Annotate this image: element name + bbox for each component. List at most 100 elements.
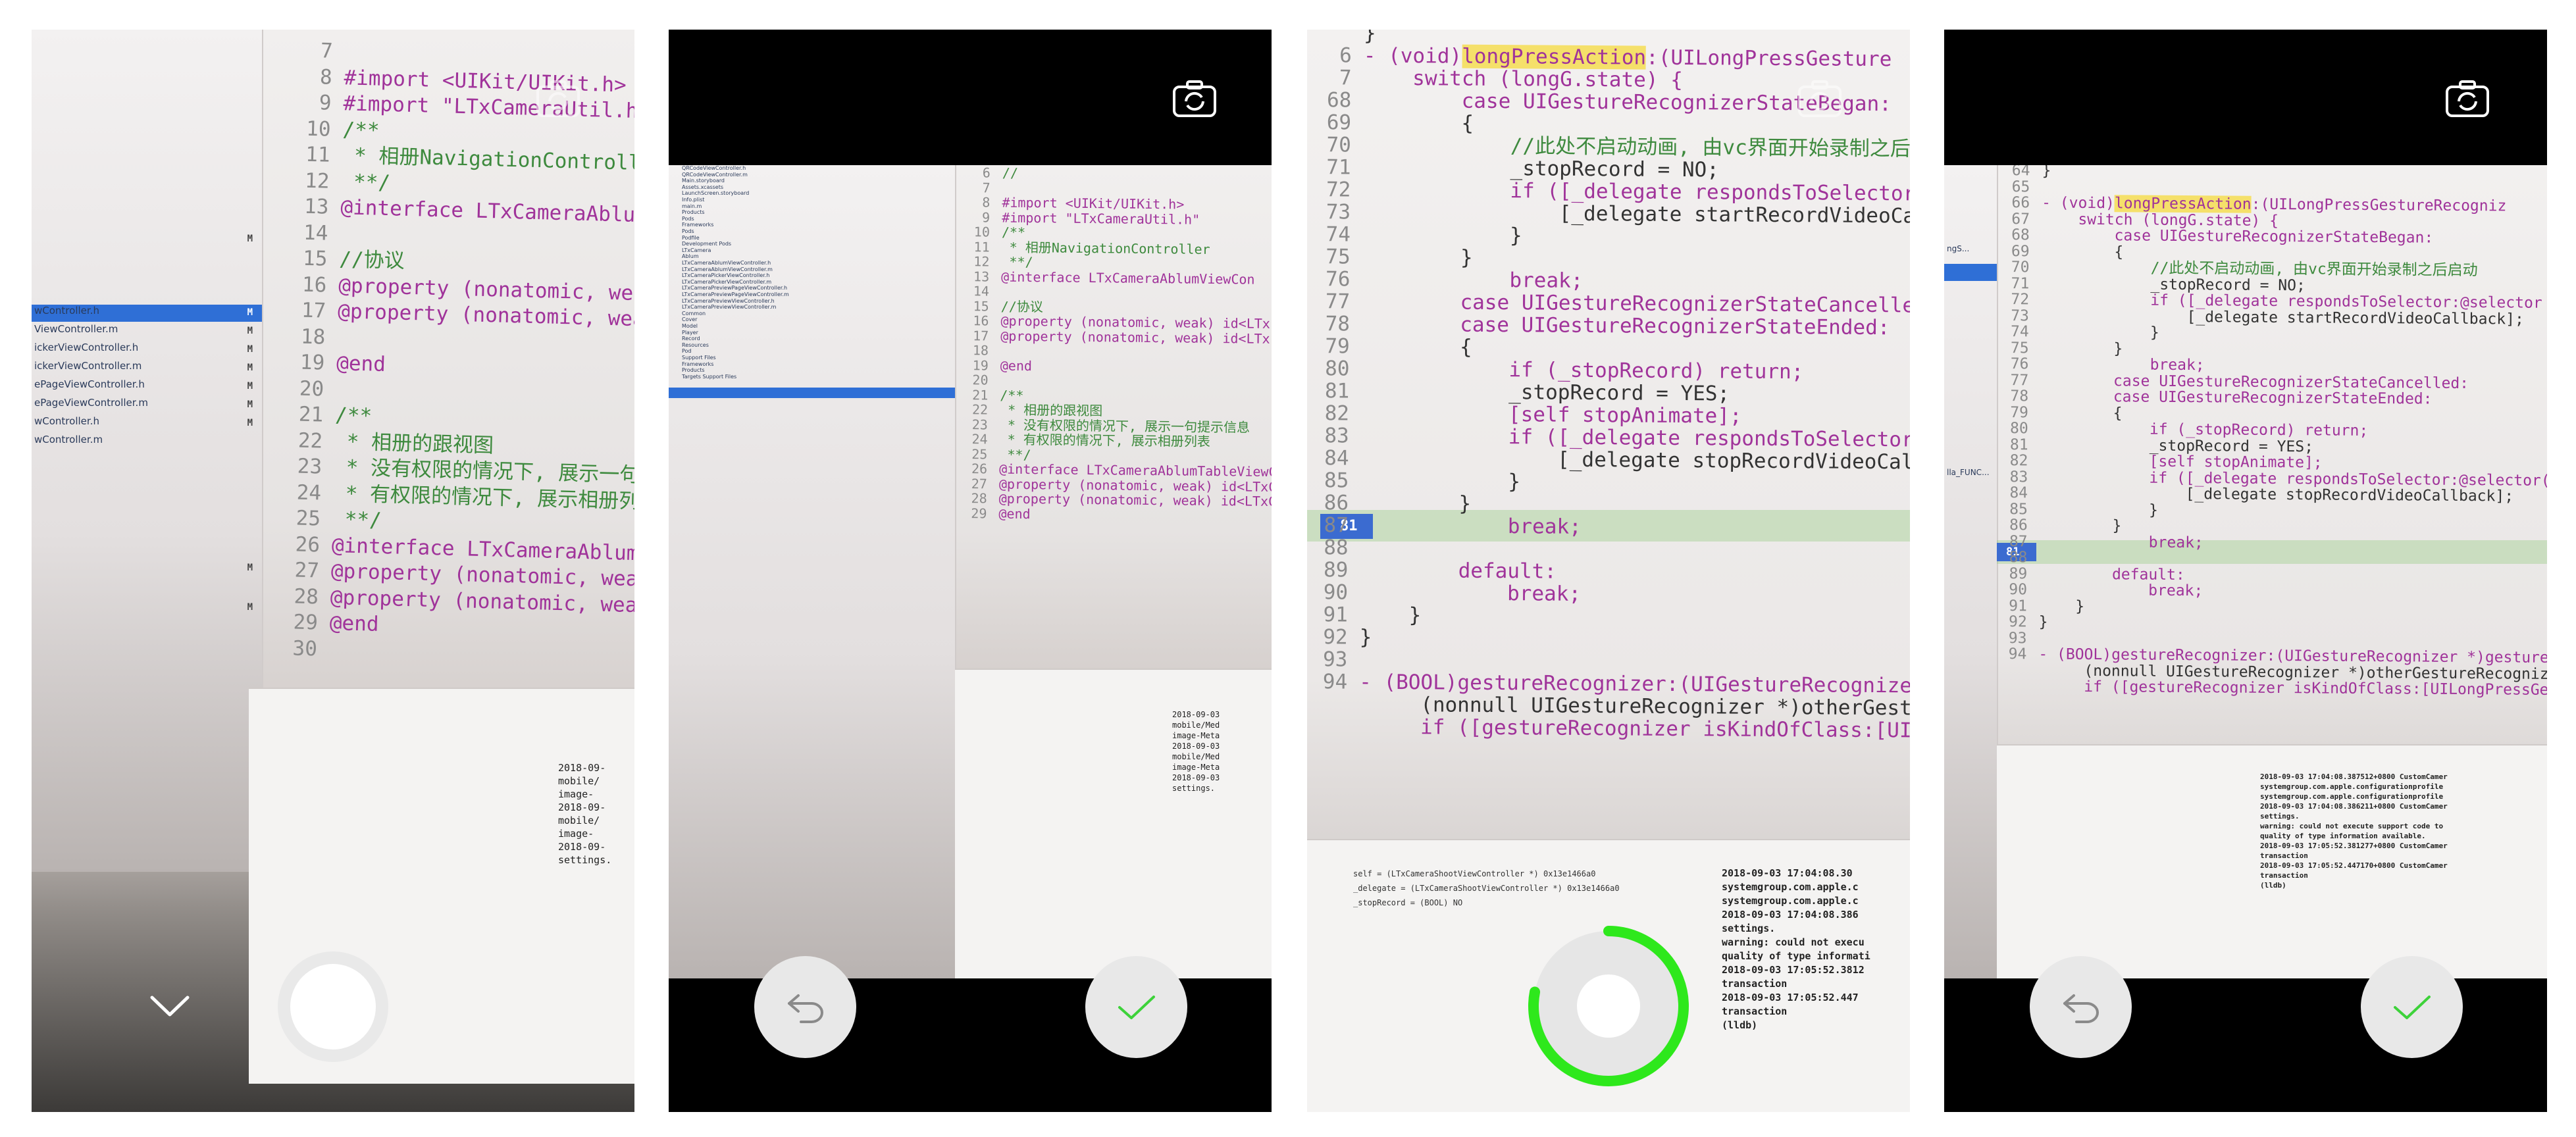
file-item[interactable]: lla_FUNC... — [1947, 468, 1990, 477]
file-item[interactable]: ngS... — [1947, 244, 1969, 253]
xcode-navigator: wController.h ViewController.m ickerViewCo… — [32, 30, 263, 872]
line-number: 21 — [972, 386, 989, 403]
file-item[interactable]: LTxCameraPreviewPageViewController.h — [682, 285, 787, 291]
file-item[interactable]: ickerViewController.m — [34, 360, 142, 372]
debug-variable: self = (LTxCameraShootViewController *) … — [1353, 869, 1596, 878]
code-text: **/ — [999, 446, 1031, 463]
file-item[interactable]: Products — [682, 367, 705, 373]
record-button-progress[interactable] — [1524, 922, 1693, 1090]
line-number: 81 — [1324, 379, 1350, 403]
record-progress-ring — [1528, 926, 1689, 1086]
line-number: 94 — [2008, 645, 2027, 663]
file-item[interactable]: ePageViewController.h — [34, 378, 145, 390]
file-item[interactable]: Assets.xcassets — [682, 184, 723, 190]
record-button[interactable] — [278, 951, 388, 1062]
line-number: 20 — [299, 376, 324, 401]
code-editor: 6//7 8 #import <UIKit/UIKit.h> 9 #import "LT… — [958, 164, 1272, 524]
console-line: mobile/Med — [1172, 752, 1220, 761]
file-item[interactable]: LTxCameraPickerViewController.m — [682, 279, 771, 285]
code-line: 87 break; — [1307, 513, 1910, 541]
file-item[interactable]: wController.h — [34, 415, 99, 427]
code-text: } — [1363, 30, 1376, 45]
file-item[interactable]: Frameworks — [682, 222, 713, 228]
line-number: 68 — [2011, 226, 2030, 244]
file-item[interactable]: ickerViewController.h — [34, 341, 138, 353]
line-number: 69 — [2011, 242, 2030, 260]
file-item[interactable]: LTxCameraPreviewPageViewController.m — [682, 291, 789, 297]
code-text: break; — [2038, 581, 2203, 600]
line-number: 81 — [2009, 436, 2028, 453]
code-text: /** — [1001, 224, 1026, 241]
file-item[interactable]: LTxCameraPreviewViewController.m — [682, 304, 776, 310]
line-number: 79 — [2010, 403, 2029, 421]
file-item[interactable]: Pod — [682, 348, 692, 354]
file-item[interactable]: Development Pods — [682, 241, 731, 247]
file-item[interactable]: Pods — [682, 228, 694, 234]
code-editor: } 6- (void)longPressAction:(UILongPressGe… — [1307, 30, 1910, 743]
file-item[interactable]: Targets Support Files — [682, 374, 736, 380]
file-item[interactable]: LTxCameraAblumViewController.h — [682, 260, 771, 266]
file-item[interactable]: Resources — [682, 342, 709, 348]
line-number: 9 — [319, 91, 332, 115]
line-number: 8 — [982, 194, 991, 211]
file-item[interactable]: Model — [682, 323, 698, 329]
file-item[interactable]: Main.storyboard — [682, 178, 725, 184]
file-item[interactable]: QRCodeViewController.h — [682, 165, 746, 171]
file-item[interactable]: Player — [682, 330, 698, 336]
code-line: 17 @property (nonatomic, weak) id<LTx — [960, 328, 1272, 347]
console-line: warning: could not execute support code … — [2260, 822, 2444, 830]
line-number: 21 — [298, 402, 324, 427]
line-number: 15 — [973, 297, 989, 314]
console-line: systemgroup.com.apple.c — [1722, 881, 1859, 893]
file-item[interactable]: LTxCameraPreviewViewController.h — [682, 298, 775, 304]
file-item[interactable]: Ablum — [682, 253, 699, 259]
file-item[interactable]: Common — [682, 311, 706, 316]
line-number: 72 — [2011, 291, 2030, 309]
camera-switch-icon[interactable] — [1797, 79, 1843, 118]
file-item[interactable]: ViewController.m — [34, 323, 118, 335]
camera-switch-icon[interactable] — [1172, 79, 1218, 118]
console-line: 2018-09-03 — [1172, 710, 1220, 719]
file-item[interactable]: LTxCameraPickerViewController.h — [682, 272, 769, 278]
dismiss-button[interactable] — [143, 980, 196, 1033]
console-line: settings. — [2260, 812, 2300, 821]
console-line: 2018-09-03 17:05:52.3812 — [1722, 964, 1865, 976]
file-item[interactable]: LaunchScreen.storyboard — [682, 190, 749, 196]
retake-button[interactable] — [754, 956, 856, 1058]
file-item[interactable]: LTxCameraAblumViewController.m — [682, 266, 773, 272]
file-item[interactable]: Cover — [682, 316, 697, 322]
screen-record-idle: wController.h ViewController.m ickerViewCo… — [32, 30, 634, 1112]
file-item[interactable]: ePageViewController.m — [34, 397, 148, 409]
checkmark-icon — [1118, 995, 1155, 1019]
console-line: 2018-09-03 — [1172, 773, 1220, 782]
file-item[interactable]: Info.plist — [682, 197, 704, 203]
confirm-button[interactable] — [2361, 956, 2463, 1058]
line-number: 83 — [1324, 424, 1349, 448]
code-text: //协议 — [338, 247, 405, 273]
file-item[interactable]: Podfile — [682, 235, 700, 241]
console-line: (lldb) — [1722, 1019, 1758, 1031]
file-item[interactable]: Pods — [682, 216, 694, 222]
captured-video-frame: ngS... lla_FUNC... 81 64} 65 66- (void)long… — [1944, 162, 2547, 982]
modified-marker: M — [247, 381, 253, 392]
file-item[interactable]: LTxCamera — [682, 247, 711, 253]
screen-recording: 81 } 6- (void)longPressAction:(UILongPres… — [1307, 30, 1910, 1112]
file-item[interactable]: main.m — [682, 203, 702, 209]
file-item[interactable]: wController.h — [34, 305, 99, 316]
file-item[interactable]: QRCodeViewController.m — [682, 172, 748, 178]
line-number: 74 — [1326, 222, 1351, 247]
line-number: 15 — [302, 246, 328, 271]
search-highlight: longPressAction — [2114, 195, 2252, 213]
file-item[interactable]: Support Files — [682, 355, 716, 361]
line-number: 26 — [295, 532, 321, 557]
camera-switch-icon[interactable] — [2444, 79, 2490, 118]
retake-button[interactable] — [2030, 956, 2132, 1058]
file-item[interactable]: wController.m — [34, 434, 103, 445]
file-item[interactable]: Products — [682, 209, 705, 215]
camera-switch-icon[interactable] — [535, 79, 581, 118]
confirm-button[interactable] — [1085, 956, 1187, 1058]
line-number: 77 — [1325, 290, 1351, 314]
file-item[interactable]: Record — [682, 336, 700, 341]
code-line: if ([gestureRecognizer isKindOfClass:[UI… — [1307, 715, 1910, 743]
file-item[interactable]: Frameworks — [682, 361, 713, 367]
